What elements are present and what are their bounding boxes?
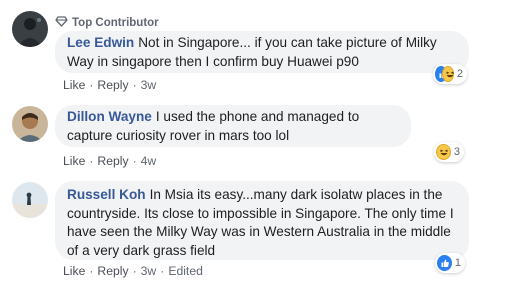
reaction-count: 2 [456, 68, 463, 80]
comment-author[interactable]: Lee Edwin [67, 35, 134, 50]
like-link[interactable]: Like [63, 78, 85, 92]
separator-dot: · [132, 154, 137, 168]
reactions-summary[interactable]: 1 [435, 253, 465, 273]
comment-item: Top Contributor Lee Edwin Not in Singapor… [0, 0, 505, 100]
avatar[interactable] [12, 182, 48, 218]
separator-dot: · [160, 264, 165, 278]
separator-dot: · [89, 264, 94, 278]
timestamp[interactable]: 3w [141, 78, 157, 92]
like-link[interactable]: Like [63, 154, 85, 168]
haha-reaction-icon [436, 144, 451, 160]
comment-author[interactable]: Dillon Wayne [67, 109, 152, 124]
comment-actions: Like · Reply · 3w [63, 78, 156, 92]
comment-item: Russell Koh In Msia its easy...many dark … [0, 175, 505, 287]
comment-author[interactable]: Russell Koh [67, 187, 146, 202]
like-reaction-icon [437, 255, 452, 271]
haha-reaction-icon [441, 66, 454, 82]
reaction-count: 1 [454, 257, 461, 269]
reply-link[interactable]: Reply [97, 264, 128, 278]
comment-bubble: Russell Koh In Msia its easy...many dark … [55, 181, 469, 260]
timestamp[interactable]: 4w [141, 154, 157, 168]
separator-dot: · [89, 78, 94, 92]
diamond-icon [55, 16, 68, 30]
comment-actions: Like · Reply · 4w [63, 154, 156, 168]
timestamp[interactable]: 3w [141, 264, 157, 278]
reaction-count: 3 [453, 146, 460, 158]
separator-dot: · [132, 78, 137, 92]
avatar[interactable] [12, 11, 48, 47]
avatar[interactable] [12, 106, 48, 142]
separator-dot: · [89, 154, 94, 168]
reactions-summary[interactable]: 2 [433, 64, 467, 84]
reactions-summary[interactable]: 3 [434, 142, 464, 162]
comment-bubble: Lee Edwin Not in Singapore... if you can … [55, 31, 469, 73]
comment-item: Dillon Wayne I used the phone and managed… [0, 100, 505, 175]
comment-bubble: Dillon Wayne I used the phone and managed… [55, 105, 411, 147]
top-contributor-badge: Top Contributor [55, 16, 159, 30]
badge-label: Top Contributor [72, 17, 159, 29]
comment-actions: Like · Reply · 3w · Edited [63, 264, 203, 278]
like-link[interactable]: Like [63, 264, 85, 278]
separator-dot: · [132, 264, 137, 278]
reply-link[interactable]: Reply [97, 78, 128, 92]
edited-label[interactable]: Edited [168, 264, 203, 278]
reply-link[interactable]: Reply [97, 154, 128, 168]
